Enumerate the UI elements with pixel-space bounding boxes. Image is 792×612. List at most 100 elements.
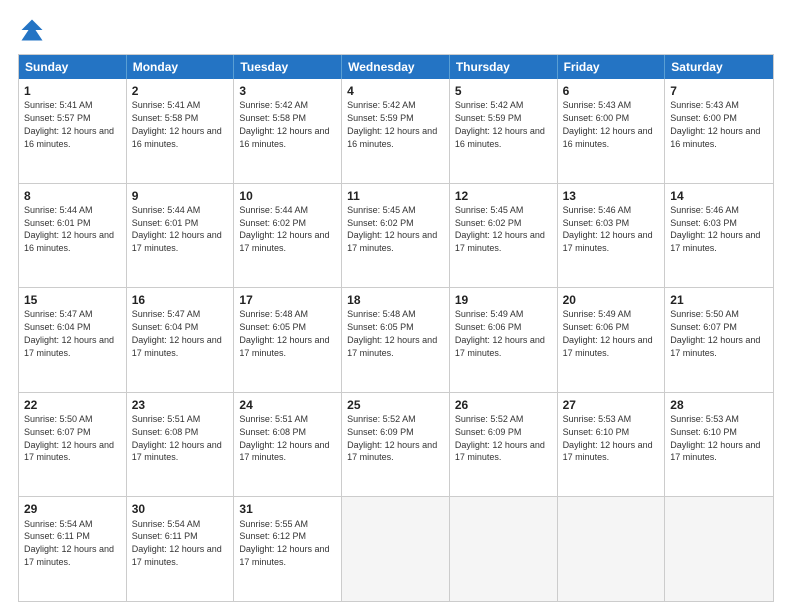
day-cell-25: 25Sunrise: 5:52 AMSunset: 6:09 PMDayligh…: [342, 393, 450, 497]
cell-info: Sunrise: 5:53 AMSunset: 6:10 PMDaylight:…: [563, 414, 653, 462]
cell-info: Sunrise: 5:41 AMSunset: 5:57 PMDaylight:…: [24, 100, 114, 148]
day-number: 24: [239, 397, 336, 413]
day-cell-5: 5Sunrise: 5:42 AMSunset: 5:59 PMDaylight…: [450, 79, 558, 183]
day-number: 16: [132, 292, 229, 308]
cell-info: Sunrise: 5:48 AMSunset: 6:05 PMDaylight:…: [239, 309, 329, 357]
cell-info: Sunrise: 5:44 AMSunset: 6:02 PMDaylight:…: [239, 205, 329, 253]
cell-info: Sunrise: 5:49 AMSunset: 6:06 PMDaylight:…: [455, 309, 545, 357]
cell-info: Sunrise: 5:54 AMSunset: 6:11 PMDaylight:…: [24, 519, 114, 567]
day-number: 6: [563, 83, 660, 99]
logo: [18, 16, 50, 44]
day-cell-27: 27Sunrise: 5:53 AMSunset: 6:10 PMDayligh…: [558, 393, 666, 497]
empty-cell: [665, 497, 773, 601]
cell-info: Sunrise: 5:53 AMSunset: 6:10 PMDaylight:…: [670, 414, 760, 462]
cell-info: Sunrise: 5:54 AMSunset: 6:11 PMDaylight:…: [132, 519, 222, 567]
day-number: 23: [132, 397, 229, 413]
day-number: 11: [347, 188, 444, 204]
header-day-sunday: Sunday: [19, 55, 127, 79]
day-number: 27: [563, 397, 660, 413]
header-day-monday: Monday: [127, 55, 235, 79]
empty-cell: [342, 497, 450, 601]
day-cell-2: 2Sunrise: 5:41 AMSunset: 5:58 PMDaylight…: [127, 79, 235, 183]
day-number: 22: [24, 397, 121, 413]
day-cell-11: 11Sunrise: 5:45 AMSunset: 6:02 PMDayligh…: [342, 184, 450, 288]
day-cell-18: 18Sunrise: 5:48 AMSunset: 6:05 PMDayligh…: [342, 288, 450, 392]
cell-info: Sunrise: 5:44 AMSunset: 6:01 PMDaylight:…: [132, 205, 222, 253]
day-cell-14: 14Sunrise: 5:46 AMSunset: 6:03 PMDayligh…: [665, 184, 773, 288]
empty-cell: [558, 497, 666, 601]
day-cell-15: 15Sunrise: 5:47 AMSunset: 6:04 PMDayligh…: [19, 288, 127, 392]
header-day-tuesday: Tuesday: [234, 55, 342, 79]
day-number: 19: [455, 292, 552, 308]
calendar: SundayMondayTuesdayWednesdayThursdayFrid…: [18, 54, 774, 602]
day-cell-6: 6Sunrise: 5:43 AMSunset: 6:00 PMDaylight…: [558, 79, 666, 183]
day-cell-8: 8Sunrise: 5:44 AMSunset: 6:01 PMDaylight…: [19, 184, 127, 288]
day-cell-22: 22Sunrise: 5:50 AMSunset: 6:07 PMDayligh…: [19, 393, 127, 497]
day-cell-24: 24Sunrise: 5:51 AMSunset: 6:08 PMDayligh…: [234, 393, 342, 497]
cell-info: Sunrise: 5:42 AMSunset: 5:59 PMDaylight:…: [347, 100, 437, 148]
cell-info: Sunrise: 5:46 AMSunset: 6:03 PMDaylight:…: [670, 205, 760, 253]
cell-info: Sunrise: 5:46 AMSunset: 6:03 PMDaylight:…: [563, 205, 653, 253]
day-number: 1: [24, 83, 121, 99]
calendar-row: 1Sunrise: 5:41 AMSunset: 5:57 PMDaylight…: [19, 79, 773, 183]
day-number: 2: [132, 83, 229, 99]
cell-info: Sunrise: 5:43 AMSunset: 6:00 PMDaylight:…: [670, 100, 760, 148]
cell-info: Sunrise: 5:47 AMSunset: 6:04 PMDaylight:…: [132, 309, 222, 357]
day-cell-9: 9Sunrise: 5:44 AMSunset: 6:01 PMDaylight…: [127, 184, 235, 288]
cell-info: Sunrise: 5:50 AMSunset: 6:07 PMDaylight:…: [670, 309, 760, 357]
day-cell-20: 20Sunrise: 5:49 AMSunset: 6:06 PMDayligh…: [558, 288, 666, 392]
day-cell-12: 12Sunrise: 5:45 AMSunset: 6:02 PMDayligh…: [450, 184, 558, 288]
day-number: 25: [347, 397, 444, 413]
cell-info: Sunrise: 5:44 AMSunset: 6:01 PMDaylight:…: [24, 205, 114, 253]
day-number: 8: [24, 188, 121, 204]
calendar-row: 29 Sunrise: 5:54 AMSunset: 6:11 PMDayligh…: [19, 496, 773, 601]
day-number: 31: [239, 501, 336, 517]
day-number: 10: [239, 188, 336, 204]
cell-info: Sunrise: 5:47 AMSunset: 6:04 PMDaylight:…: [24, 309, 114, 357]
day-number: 12: [455, 188, 552, 204]
cell-info: Sunrise: 5:45 AMSunset: 6:02 PMDaylight:…: [455, 205, 545, 253]
day-cell-30: 30 Sunrise: 5:54 AMSunset: 6:11 PMDayligh…: [127, 497, 235, 601]
day-number: 9: [132, 188, 229, 204]
day-cell-17: 17Sunrise: 5:48 AMSunset: 6:05 PMDayligh…: [234, 288, 342, 392]
cell-info: Sunrise: 5:52 AMSunset: 6:09 PMDaylight:…: [347, 414, 437, 462]
cell-info: Sunrise: 5:51 AMSunset: 6:08 PMDaylight:…: [239, 414, 329, 462]
header-day-thursday: Thursday: [450, 55, 558, 79]
calendar-header: SundayMondayTuesdayWednesdayThursdayFrid…: [19, 55, 773, 79]
cell-info: Sunrise: 5:49 AMSunset: 6:06 PMDaylight:…: [563, 309, 653, 357]
day-cell-28: 28Sunrise: 5:53 AMSunset: 6:10 PMDayligh…: [665, 393, 773, 497]
header-day-friday: Friday: [558, 55, 666, 79]
day-cell-29: 29 Sunrise: 5:54 AMSunset: 6:11 PMDayligh…: [19, 497, 127, 601]
day-number: 17: [239, 292, 336, 308]
day-number: 15: [24, 292, 121, 308]
day-cell-7: 7Sunrise: 5:43 AMSunset: 6:00 PMDaylight…: [665, 79, 773, 183]
day-number: 30: [132, 501, 229, 517]
day-number: 4: [347, 83, 444, 99]
calendar-row: 22Sunrise: 5:50 AMSunset: 6:07 PMDayligh…: [19, 392, 773, 497]
day-cell-10: 10Sunrise: 5:44 AMSunset: 6:02 PMDayligh…: [234, 184, 342, 288]
day-cell-21: 21Sunrise: 5:50 AMSunset: 6:07 PMDayligh…: [665, 288, 773, 392]
day-cell-13: 13Sunrise: 5:46 AMSunset: 6:03 PMDayligh…: [558, 184, 666, 288]
calendar-row: 8Sunrise: 5:44 AMSunset: 6:01 PMDaylight…: [19, 183, 773, 288]
day-cell-23: 23Sunrise: 5:51 AMSunset: 6:08 PMDayligh…: [127, 393, 235, 497]
header-day-saturday: Saturday: [665, 55, 773, 79]
cell-info: Sunrise: 5:45 AMSunset: 6:02 PMDaylight:…: [347, 205, 437, 253]
calendar-body: 1Sunrise: 5:41 AMSunset: 5:57 PMDaylight…: [19, 79, 773, 601]
logo-icon: [18, 16, 46, 44]
calendar-row: 15Sunrise: 5:47 AMSunset: 6:04 PMDayligh…: [19, 287, 773, 392]
cell-info: Sunrise: 5:42 AMSunset: 5:59 PMDaylight:…: [455, 100, 545, 148]
day-cell-16: 16Sunrise: 5:47 AMSunset: 6:04 PMDayligh…: [127, 288, 235, 392]
day-number: 14: [670, 188, 768, 204]
day-number: 13: [563, 188, 660, 204]
cell-info: Sunrise: 5:41 AMSunset: 5:58 PMDaylight:…: [132, 100, 222, 148]
day-number: 21: [670, 292, 768, 308]
day-cell-1: 1Sunrise: 5:41 AMSunset: 5:57 PMDaylight…: [19, 79, 127, 183]
cell-info: Sunrise: 5:50 AMSunset: 6:07 PMDaylight:…: [24, 414, 114, 462]
cell-info: Sunrise: 5:51 AMSunset: 6:08 PMDaylight:…: [132, 414, 222, 462]
day-number: 29: [24, 501, 121, 517]
cell-info: Sunrise: 5:42 AMSunset: 5:58 PMDaylight:…: [239, 100, 329, 148]
day-number: 18: [347, 292, 444, 308]
day-number: 7: [670, 83, 768, 99]
day-number: 20: [563, 292, 660, 308]
cell-info: Sunrise: 5:48 AMSunset: 6:05 PMDaylight:…: [347, 309, 437, 357]
